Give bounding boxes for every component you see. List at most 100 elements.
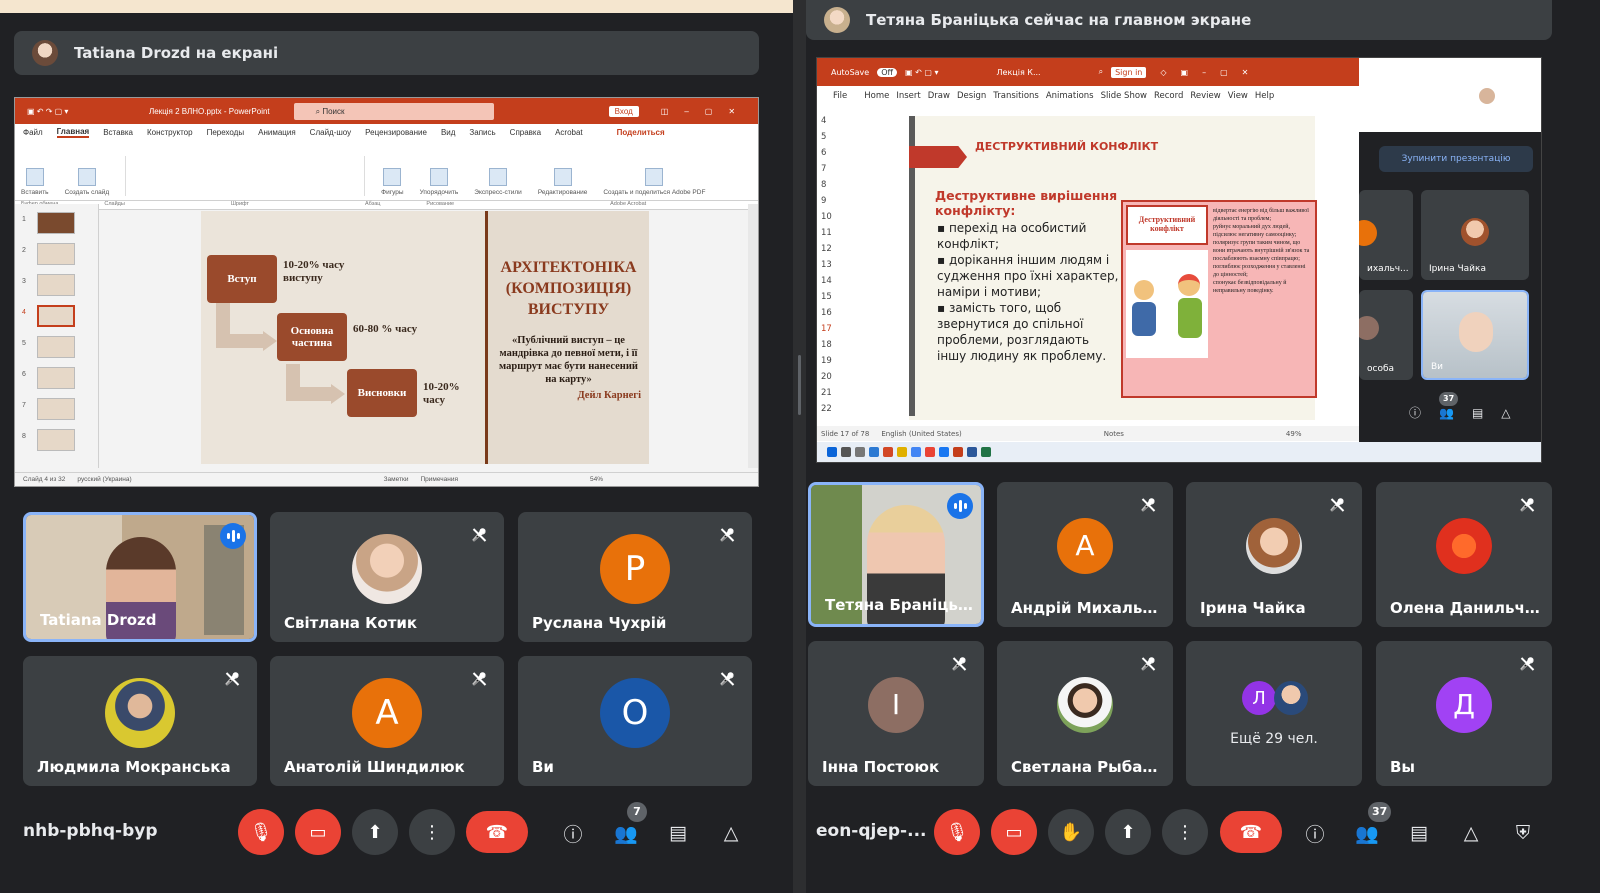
people-button[interactable]: 👥 (1352, 818, 1382, 848)
slide-thumbnail[interactable] (37, 398, 75, 420)
participant-tile[interactable]: Д Вы (1376, 641, 1552, 786)
participant-tile[interactable]: Олена Данильче... (1376, 482, 1552, 627)
participant-tile[interactable]: Тетяна Браніцька (808, 482, 984, 627)
participant-tile[interactable]: А Анатолій Шиндилюк (270, 656, 504, 786)
mini-participant-tile[interactable]: особа (1359, 290, 1413, 380)
search-icon[interactable]: ⌕ (1099, 67, 1103, 77)
meeting-info-button[interactable]: ⓘ (1300, 818, 1330, 848)
chat-button[interactable]: ▤ (663, 818, 693, 848)
present-button[interactable]: ⬆ (352, 809, 398, 855)
participant-tile[interactable]: Tatiana Drozd (23, 512, 257, 642)
ribbon-quick-styles[interactable]: Экспресс-стили (474, 168, 522, 196)
ppt-tab[interactable]: Файл (23, 128, 43, 137)
host-controls-button[interactable]: ⛨ (1508, 818, 1538, 848)
ppt-tab[interactable]: Transitions (993, 91, 1039, 101)
camera-toggle-button[interactable]: ▭ (991, 809, 1037, 855)
slide-thumbnail-active[interactable] (37, 305, 75, 327)
people-button[interactable]: 👥 (611, 818, 641, 848)
meeting-info-button[interactable]: ⓘ (558, 818, 588, 848)
ppt-tab[interactable]: Слайд-шоу (310, 128, 351, 137)
slide-thumbnail[interactable] (37, 429, 75, 451)
slide-thumbnail[interactable] (37, 336, 75, 358)
ribbon-paste[interactable]: Вставить (21, 168, 49, 196)
participant-tile[interactable]: Ірина Чайка (1186, 482, 1362, 627)
more-options-button[interactable]: ⋮ (1162, 809, 1208, 855)
mini-controls[interactable]: ⓘ👥▤△ (1409, 404, 1529, 421)
meeting-code: eon-qjep-... (816, 821, 927, 841)
status-zoom[interactable]: 49% (1286, 430, 1302, 438)
mic-toggle-button[interactable]: 🎙 (934, 809, 980, 855)
ppt-tab[interactable]: Acrobat (555, 128, 583, 137)
chat-button[interactable]: ▤ (1404, 818, 1434, 848)
ppt-tab[interactable]: Запись (469, 128, 495, 137)
status-notes-button[interactable]: Заметки (384, 476, 409, 483)
ppt-share-button[interactable]: Поделиться (617, 128, 665, 137)
status-zoom[interactable]: 54% (590, 476, 603, 483)
more-participants-tile[interactable]: Л Ещё 29 чел. (1186, 641, 1362, 786)
status-notes-button[interactable]: Notes (1104, 430, 1124, 438)
participant-name: Тетяна Браніцька (825, 596, 975, 614)
ppt-tab[interactable]: Вид (441, 128, 455, 137)
slide-thumbnail[interactable] (37, 212, 75, 234)
ppt-tab[interactable]: Animations (1046, 91, 1094, 101)
ribbon-shapes[interactable]: Фигуры (381, 168, 404, 196)
ppt-tab[interactable]: Help (1255, 91, 1274, 101)
participant-tile[interactable]: Людмила Мокранська (23, 656, 257, 786)
ppt-tab[interactable]: Home (864, 91, 889, 101)
window-controls[interactable]: ◇▣–▢✕ (1160, 68, 1262, 77)
font-paragraph-controls[interactable] (125, 156, 366, 196)
mic-toggle-button[interactable]: 🎙 (238, 809, 284, 855)
mini-participant-tile[interactable]: Ви (1421, 290, 1529, 380)
participant-tile[interactable]: Светлана Рыбач... (997, 641, 1173, 786)
profile-avatar[interactable] (1479, 88, 1495, 104)
ppt-tab[interactable]: Review (1190, 91, 1220, 101)
ppt-signin-button[interactable]: Sign in (1111, 66, 1147, 78)
ppt-tab[interactable]: Конструктор (147, 128, 193, 137)
divider-grip[interactable] (798, 355, 801, 415)
ppt-tab[interactable]: Slide Show (1101, 91, 1147, 101)
ppt-tab[interactable]: Draw (928, 91, 950, 101)
window-controls[interactable]: ◫–▢✕ (661, 107, 751, 116)
participant-tile[interactable]: О Ви (518, 656, 752, 786)
slide-card-point: спонукає безвідповідальну й неправильну … (1213, 280, 1287, 294)
ppt-tab[interactable]: Главная (56, 127, 90, 138)
ppt-signin-button[interactable]: Вход (608, 105, 639, 117)
ppt-tab[interactable]: Record (1154, 91, 1183, 101)
split-divider[interactable] (793, 0, 806, 893)
end-call-button[interactable]: ☎ (466, 811, 528, 853)
ppt-tab[interactable]: Рецензирование (365, 128, 427, 137)
participant-tile[interactable]: А Андрій Михальчук (997, 482, 1173, 627)
slide-thumbnail[interactable] (37, 274, 75, 296)
slide-scrollbar[interactable] (748, 204, 758, 468)
activities-button[interactable]: △ (1456, 818, 1486, 848)
ppt-tab[interactable]: Анимация (258, 128, 296, 137)
ppt-search-box[interactable]: ⌕ Поиск (293, 102, 494, 120)
end-call-button[interactable]: ☎ (1220, 811, 1282, 853)
slide-thumbnail[interactable] (37, 367, 75, 389)
participant-tile[interactable]: Світлана Котик (270, 512, 504, 642)
slide-thumbnail[interactable] (37, 243, 75, 265)
ppt-tab[interactable]: Вставка (103, 128, 133, 137)
ppt-tab[interactable]: View (1228, 91, 1248, 101)
camera-toggle-button[interactable]: ▭ (295, 809, 341, 855)
ppt-tab[interactable]: Design (957, 91, 986, 101)
ppt-tab[interactable]: Insert (896, 91, 920, 101)
status-comments-button[interactable]: Примечания (421, 476, 459, 483)
activities-button[interactable]: △ (716, 818, 746, 848)
ribbon-adobe-pdf[interactable]: Создать и поделиться Adobe PDF (603, 168, 705, 196)
participant-tile[interactable]: Р Руслана Чухрій (518, 512, 752, 642)
mini-participant-tile[interactable]: Ірина Чайка (1421, 190, 1529, 280)
ribbon-editing[interactable]: Редактирование (538, 168, 587, 196)
autosave-toggle[interactable]: Off (877, 67, 898, 77)
present-button[interactable]: ⬆ (1105, 809, 1151, 855)
participant-tile[interactable]: І Інна Постоюк (808, 641, 984, 786)
ribbon-new-slide[interactable]: Создать слайд (65, 168, 109, 196)
ppt-tab[interactable]: File (833, 91, 847, 101)
stop-presenting-button[interactable]: Зупинити презентацію (1379, 146, 1533, 172)
mini-participant-tile[interactable]: ихальч... (1359, 190, 1413, 280)
ppt-tab[interactable]: Переходы (207, 128, 245, 137)
more-options-button[interactable]: ⋮ (409, 809, 455, 855)
raise-hand-button[interactable]: ✋ (1048, 809, 1094, 855)
ppt-tab[interactable]: Справка (510, 128, 541, 137)
ribbon-arrange[interactable]: Упорядочить (420, 168, 458, 196)
